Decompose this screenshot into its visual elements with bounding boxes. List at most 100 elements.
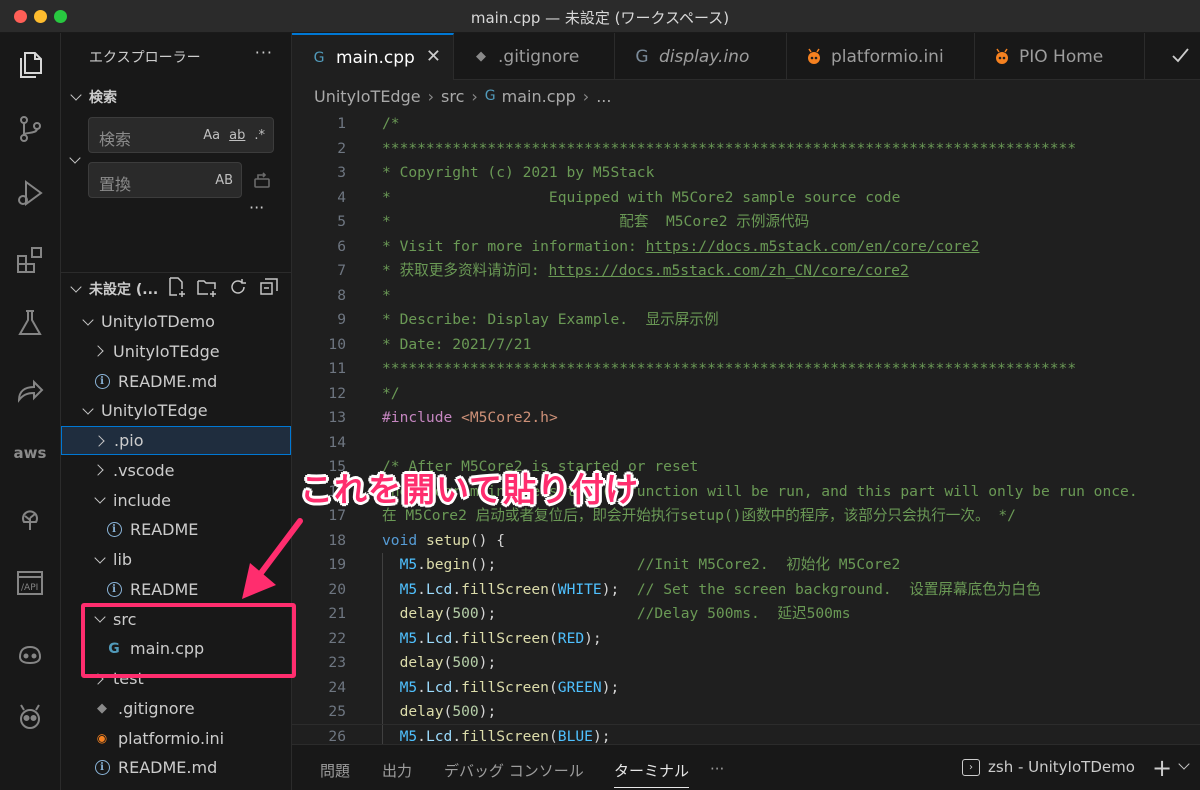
tree-item[interactable]: ◉ platformio.ini xyxy=(61,724,291,753)
match-case-icon[interactable]: Aa xyxy=(203,128,220,143)
new-terminal-plus-icon[interactable]: + xyxy=(1152,754,1172,782)
tab-label: main.cpp xyxy=(336,47,415,68)
code-line: 3 * Copyright (c) 2021 by M5Stack xyxy=(292,161,1200,186)
breadcrumb-item[interactable]: ... xyxy=(596,87,611,106)
new-folder-icon[interactable] xyxy=(196,276,218,298)
sidebar-more-icon[interactable]: ··· xyxy=(255,43,273,62)
tree-item[interactable]: i README.md xyxy=(61,753,291,782)
tab-platformio-ini[interactable]: platformio.ini xyxy=(787,33,975,80)
code-token: */ xyxy=(382,384,400,402)
tree-item[interactable]: .vscode xyxy=(61,456,291,485)
extensions-icon[interactable] xyxy=(10,240,50,280)
regex-icon[interactable]: .* xyxy=(254,128,265,143)
chevron-right-icon xyxy=(93,344,107,358)
code-token: GREEN xyxy=(557,678,602,696)
line-code: delay(500); xyxy=(382,700,497,725)
line-code: * Visit for more information: https://do… xyxy=(382,235,979,260)
code-link[interactable]: https://docs.m5stack.com/zh_CN/core/core… xyxy=(549,262,909,279)
search-input[interactable]: 検索 Aa ab .* xyxy=(88,117,274,153)
code-line: 26 M5.Lcd.fillScreen(BLUE); xyxy=(292,725,1200,745)
tab-display-ino[interactable]: G display.ino xyxy=(615,33,787,80)
whole-word-icon[interactable]: ab xyxy=(229,128,245,143)
close-icon[interactable]: ✕ xyxy=(426,46,441,67)
search-section-header[interactable]: 検索 xyxy=(69,87,117,107)
highlight-box xyxy=(81,603,296,678)
refresh-icon[interactable] xyxy=(227,276,249,298)
tree-item-label: README xyxy=(130,520,199,540)
line-code: * Equipped with M5Core2 sample source co… xyxy=(382,186,900,211)
terminal-selector[interactable]: › zsh - UnityIoTDemo xyxy=(962,758,1135,776)
replace-all-icon[interactable] xyxy=(252,170,272,190)
sidebar-title: エクスプローラー xyxy=(89,50,201,66)
new-file-icon[interactable] xyxy=(165,276,187,298)
code-token: ); xyxy=(478,703,497,720)
git-file-icon: ◆ xyxy=(97,700,107,716)
copilot-icon[interactable] xyxy=(10,633,50,673)
tree-item-label: .pio xyxy=(114,431,144,450)
chevron-down-icon[interactable] xyxy=(1177,759,1191,773)
replace-more-icon[interactable]: ··· xyxy=(249,198,264,217)
breadcrumb-item[interactable]: main.cpp xyxy=(502,87,576,106)
tree-item[interactable]: UnityIoTDemo xyxy=(61,307,291,336)
tree-item[interactable]: UnityIoTEdge xyxy=(61,396,291,425)
code-token: fillScreen xyxy=(461,727,549,745)
code-token: void xyxy=(382,531,426,549)
replace-input[interactable]: 置換 AB xyxy=(88,162,242,198)
code-line: 24 M5.Lcd.fillScreen(GREEN); xyxy=(292,676,1200,701)
tree-item-label: UnityIoTEdge xyxy=(113,341,220,361)
tab-gitignore[interactable]: ◆ .gitignore xyxy=(454,33,615,80)
tab-pio-home[interactable]: PIO Home xyxy=(975,33,1145,80)
tree-item[interactable]: UnityIoTEdge xyxy=(61,337,291,366)
source-control-icon[interactable] xyxy=(10,109,50,149)
annotation-text: これを開いて貼り付け xyxy=(300,470,640,509)
line-code: delay(500); //Delay 500ms. 延迟500ms xyxy=(382,602,851,627)
line-number: 2 xyxy=(337,139,346,157)
tab-main-cpp[interactable]: G main.cpp ✕ xyxy=(292,33,454,80)
tree-item[interactable]: i README.md xyxy=(61,367,291,396)
panel-more-icon[interactable]: ··· xyxy=(710,760,724,778)
collapse-all-icon[interactable] xyxy=(258,276,280,298)
tree-icon[interactable] xyxy=(10,498,50,538)
explorer-icon[interactable] xyxy=(10,45,50,85)
panel-tab-debug-console[interactable]: デバッグ コンソール xyxy=(444,760,584,781)
code-editor[interactable]: 1/* 2 ************************************… xyxy=(292,112,1200,744)
chevron-right-icon: › xyxy=(471,86,478,106)
run-debug-icon[interactable] xyxy=(10,173,50,213)
code-token: ****************************************… xyxy=(382,360,1077,377)
line-number: 9 xyxy=(337,311,346,328)
panel-tab-output[interactable]: 出力 xyxy=(382,760,412,781)
code-token: ( xyxy=(443,703,453,720)
panel-tab-problems[interactable]: 問題 xyxy=(320,760,350,781)
breadcrumb: UnityIoTEdge › src › G main.cpp › ... xyxy=(292,80,1200,112)
aws-icon[interactable]: aws xyxy=(10,433,50,473)
chevron-down-icon xyxy=(69,90,83,104)
code-line: 20 M5.Lcd.fillScreen(WHITE); // Set the … xyxy=(292,578,1200,603)
window-title: main.cpp — 未設定 (ワークスペース) xyxy=(470,9,730,27)
tree-item[interactable]: include xyxy=(61,486,291,515)
activity-bar: aws /API xyxy=(0,33,61,790)
code-link[interactable]: https://docs.m5stack.com/en/core/core2 xyxy=(646,238,980,255)
line-code: * xyxy=(382,284,391,309)
toggle-replace-chevron-icon[interactable] xyxy=(68,153,82,167)
code-line: 7 * 获取更多资料请访问: https://docs.m5stack.com/z… xyxy=(292,259,1200,284)
breadcrumb-item[interactable]: src xyxy=(441,87,464,106)
breadcrumb-item[interactable]: UnityIoTEdge xyxy=(314,87,421,106)
code-token: 500 xyxy=(452,703,479,720)
tree-item[interactable]: .pio xyxy=(61,426,291,455)
check-icon[interactable] xyxy=(1170,45,1190,65)
code-token: begin xyxy=(425,556,470,573)
panel-tab-terminal[interactable]: ターミナル xyxy=(614,760,690,788)
remote-share-icon[interactable] xyxy=(10,371,50,411)
line-code: * 获取更多资料请访问: https://docs.m5stack.com/zh… xyxy=(382,259,909,284)
git-file-icon: ◆ xyxy=(476,49,486,64)
tree-item[interactable]: ◆ .gitignore xyxy=(61,694,291,723)
line-number: 1 xyxy=(337,115,346,132)
preserve-case-icon[interactable]: AB xyxy=(215,173,233,188)
platformio-icon[interactable] xyxy=(10,697,50,737)
line-code: */ xyxy=(382,382,400,407)
workspace-header[interactable]: 未設定 (... xyxy=(69,279,158,299)
line-code: * 配套 M5Core2 示例源代码 xyxy=(382,210,809,235)
code-token: ); xyxy=(601,580,637,598)
testing-icon[interactable] xyxy=(10,303,50,343)
api-icon[interactable]: /API xyxy=(10,563,50,603)
